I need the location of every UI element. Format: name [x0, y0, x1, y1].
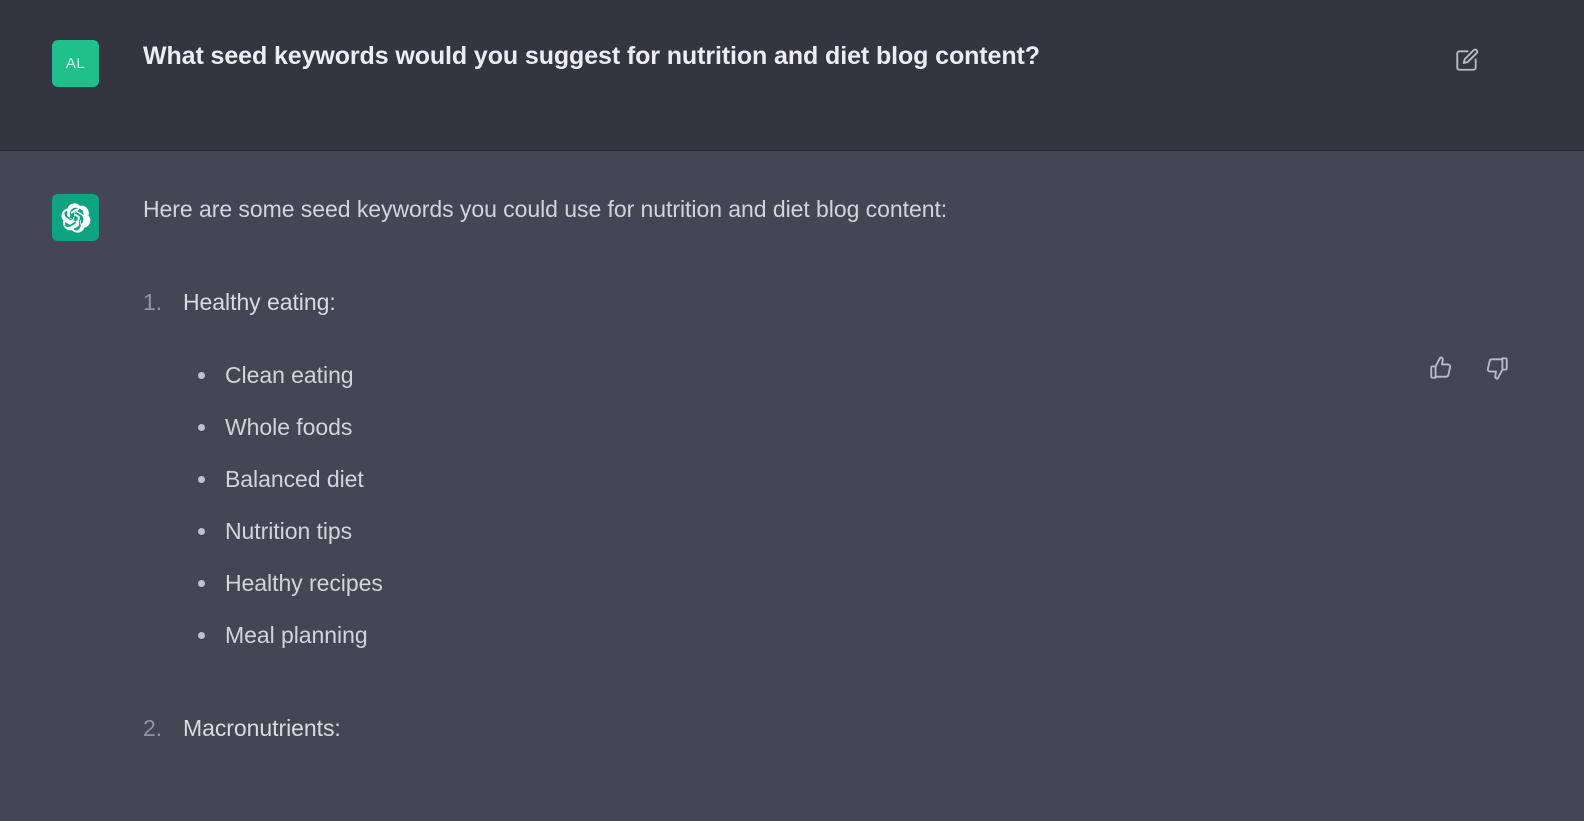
list-item-label: Balanced diet	[225, 466, 364, 492]
bullet-dot-icon	[198, 424, 205, 431]
edit-icon	[1454, 47, 1480, 73]
assistant-intro-text: Here are some seed keywords you could us…	[143, 196, 948, 222]
edit-message-button[interactable]	[1453, 46, 1481, 74]
chat-thread: AL What seed keywords would you suggest …	[0, 0, 1584, 821]
thumbs-down-icon	[1484, 355, 1510, 381]
list-item-label: Healthy recipes	[225, 570, 383, 596]
list-item: Clean eating	[198, 360, 1434, 391]
bullet-dot-icon	[198, 528, 205, 535]
list-item-label: Whole foods	[225, 414, 353, 440]
keyword-outline-list: 1. Healthy eating: Clean eating Whole fo…	[143, 287, 1434, 744]
assistant-message-body: Here are some seed keywords you could us…	[143, 194, 1584, 744]
assistant-feedback-actions	[1427, 354, 1511, 382]
avatar: AL	[52, 40, 99, 87]
bullet-dot-icon	[198, 632, 205, 639]
list-item-label: Meal planning	[225, 622, 368, 648]
assistant-message-row: Here are some seed keywords you could us…	[0, 150, 1584, 821]
bullet-dot-icon	[198, 580, 205, 587]
outline-item-marker: 1.	[143, 289, 163, 315]
outline-item-title: Macronutrients:	[183, 715, 341, 741]
list-item: Whole foods	[198, 412, 1434, 443]
bullet-dot-icon	[198, 476, 205, 483]
outline-item: 1. Healthy eating: Clean eating Whole fo…	[143, 287, 1434, 651]
list-item-label: Nutrition tips	[225, 518, 353, 544]
list-item: Nutrition tips	[198, 516, 1434, 547]
user-message-row: AL What seed keywords would you suggest …	[0, 0, 1584, 150]
user-message-text: What seed keywords would you suggest for…	[143, 42, 1040, 70]
assistant-avatar-column	[0, 194, 143, 241]
thumbs-down-button[interactable]	[1483, 354, 1511, 382]
user-avatar-column: AL	[0, 40, 143, 87]
list-item: Healthy recipes	[198, 568, 1434, 599]
user-message-actions	[1453, 46, 1481, 74]
avatar	[52, 194, 99, 241]
thumbs-up-icon	[1428, 355, 1454, 381]
list-item: Meal planning	[198, 620, 1434, 651]
openai-logo-icon	[60, 202, 91, 233]
outline-item-title: Healthy eating:	[183, 289, 336, 315]
list-item-label: Clean eating	[225, 362, 354, 388]
list-item: Balanced diet	[198, 464, 1434, 495]
user-message-body: What seed keywords would you suggest for…	[143, 40, 1584, 72]
bullet-dot-icon	[198, 372, 205, 379]
outline-item: 2. Macronutrients:	[143, 713, 1434, 744]
thumbs-up-button[interactable]	[1427, 354, 1455, 382]
outline-item-marker: 2.	[143, 715, 163, 741]
avatar-initials: AL	[65, 55, 86, 72]
keyword-bullet-list: Clean eating Whole foods Balanced diet N…	[183, 360, 1434, 651]
